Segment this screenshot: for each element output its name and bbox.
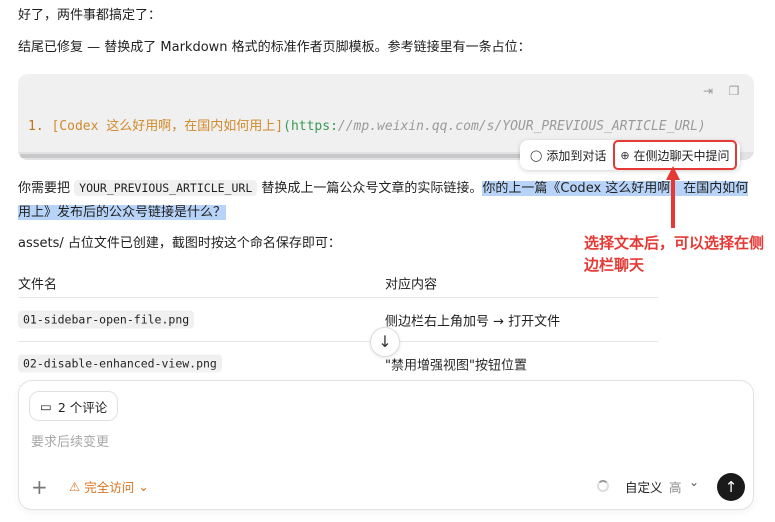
access-label: 完全访问 — [84, 480, 135, 495]
plus-icon[interactable]: + — [31, 475, 48, 499]
shield-icon: ⚠ — [69, 479, 81, 494]
annotation-text: 选择文本后，可以选择在侧边栏聊天 — [584, 234, 765, 274]
scroll-thumb[interactable] — [20, 154, 540, 158]
instruction-text: 你需要把 YOUR_PREVIOUS_ARTICLE_URL 替换成上一篇公众号… — [18, 176, 758, 225]
model-selector[interactable]: 自定义 — [625, 477, 663, 496]
arrow-up-icon: ↑ — [724, 478, 738, 496]
row-content: 侧边栏右上角加号 → 打开文件 — [385, 314, 561, 329]
code-line: 1. [Codex 这么好用啊，在国内如何用上](https://mp.weix… — [28, 118, 706, 136]
header-content: 对应内容 — [385, 277, 438, 292]
comment-icon: ▭ — [40, 398, 52, 414]
selection-popup: ◯ 添加到对话 ⊕ 在侧边聊天中提问 — [520, 140, 740, 170]
ask-in-side-chat-label: 在侧边聊天中提问 — [633, 148, 730, 163]
chat-bubble-icon: ◯ — [530, 148, 543, 162]
copy-icon[interactable]: ❐ — [726, 83, 742, 99]
instruction-middle: 替换成上一篇公众号文章的实际链接。 — [261, 181, 483, 196]
annotation-arrow-icon — [666, 166, 680, 228]
arrow-down-icon: ↓ — [378, 332, 392, 351]
instruction-prefix: 你需要把 — [18, 181, 71, 196]
add-to-chat-label: 添加到对话 — [546, 148, 607, 163]
assets-note: assets/ 占位文件已创建，截图时按这个命名保存即可： — [18, 236, 341, 251]
send-button[interactable]: ↑ — [717, 473, 745, 501]
row-filename: 01-sidebar-open-file.png — [18, 310, 195, 328]
effort-selector[interactable]: 高 — [669, 477, 682, 496]
row-filename: 02-disable-enhanced-view.png — [18, 354, 222, 372]
summary-text: 结尾已修复 — 替换成了 Markdown 格式的标准作者页脚模板。参考链接里有… — [18, 40, 531, 55]
chevron-down-icon[interactable]: ⌄ — [689, 475, 699, 489]
composer: ▭ 2 个评论 要求后续变更 + ⚠ 完全访问 ⌄ 自定义 高 ⌄ ↑ — [18, 380, 754, 510]
row-content: "禁用增强视图"按钮位置 — [385, 358, 527, 373]
chevron-down-icon: ⌄ — [138, 479, 149, 494]
plus-circle-icon: ⊕ — [620, 148, 630, 162]
code-link-text: [Codex 这么好用啊，在国内如何用上] — [51, 119, 284, 134]
table-header: 文件名 对应内容 — [18, 268, 658, 298]
comments-label: 2 个评论 — [57, 399, 108, 415]
code-number: 1. — [28, 119, 44, 134]
composer-toolbar: + ⚠ 完全访问 ⌄ 自定义 高 ⌄ ↑ — [19, 473, 753, 501]
ask-in-side-chat-button[interactable]: ⊕ 在侧边聊天中提问 — [613, 140, 737, 170]
table-row: 01-sidebar-open-file.png 侧边栏右上角加号 → 打开文件 — [18, 298, 658, 342]
intro-text: 好了，两件事都搞定了： — [18, 8, 162, 23]
code-scheme: https: — [290, 119, 338, 134]
code-path: //mp.weixin.qq.com/s/YOUR_PREVIOUS_ARTIC… — [337, 119, 706, 134]
placeholder-code: YOUR_PREVIOUS_ARTICLE_URL — [74, 180, 258, 196]
add-to-chat-button[interactable]: ◯ 添加到对话 — [526, 143, 610, 167]
header-filename: 文件名 — [18, 277, 58, 292]
loading-icon — [597, 480, 609, 492]
assets-table: 文件名 对应内容 01-sidebar-open-file.png 侧边栏右上角… — [18, 268, 658, 386]
access-mode-button[interactable]: ⚠ 完全访问 ⌄ — [69, 477, 149, 496]
scroll-down-button[interactable]: ↓ — [370, 327, 400, 357]
wrap-icon[interactable]: ⇥ — [700, 83, 716, 99]
composer-input[interactable]: 要求后续变更 — [31, 431, 109, 450]
comments-chip[interactable]: ▭ 2 个评论 — [29, 391, 119, 421]
code-paren: ( — [283, 119, 291, 134]
